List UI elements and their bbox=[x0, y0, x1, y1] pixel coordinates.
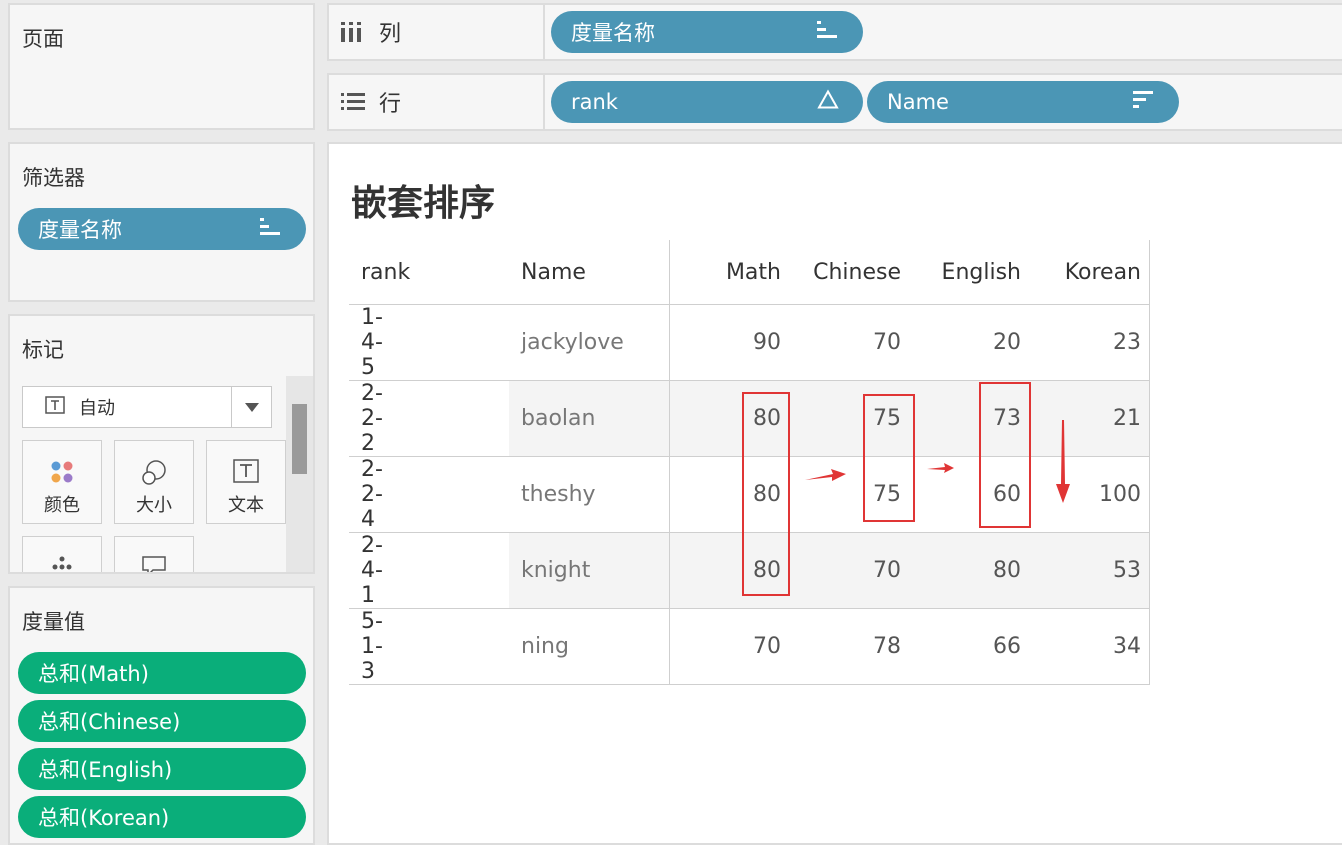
measure-values-panel: 度量值 总和(Math) 总和(Chinese) 总和(English) 总和(… bbox=[8, 586, 315, 845]
filters-panel[interactable]: 筛选器 度量名称 bbox=[8, 142, 315, 302]
columns-shelf-label: 列 bbox=[329, 5, 545, 59]
text-mark-button[interactable]: 文本 bbox=[206, 440, 286, 524]
divider-row-5 bbox=[349, 684, 1150, 685]
detail-dots-icon bbox=[49, 555, 75, 572]
rows-shelf[interactable]: 行 rank Name bbox=[327, 73, 1342, 131]
size-mark-button[interactable]: 大小 bbox=[114, 440, 194, 524]
row-1-rank[interactable]: 1-4-5 bbox=[361, 304, 383, 380]
color-mark-button[interactable]: 颜色 bbox=[22, 440, 102, 524]
measure-values-title: 度量值 bbox=[22, 610, 85, 634]
highlight-box-english bbox=[979, 382, 1031, 528]
measure-pill-label: 总和(English) bbox=[38, 758, 173, 782]
rows-label-text: 行 bbox=[379, 92, 402, 117]
text-label: 文本 bbox=[228, 495, 264, 516]
filter-pill-measure-names[interactable]: 度量名称 bbox=[18, 208, 306, 250]
mark-type-label: 自动 bbox=[79, 398, 115, 419]
chevron-down-icon[interactable] bbox=[231, 387, 271, 427]
columns-icon bbox=[341, 22, 367, 42]
highlight-box-chinese bbox=[863, 394, 915, 522]
row-4-name[interactable]: knight bbox=[521, 532, 590, 608]
marks-title: 标记 bbox=[22, 338, 64, 362]
mark-type-dropdown[interactable]: 自动 bbox=[22, 386, 272, 428]
viz-title: 嵌套排序 bbox=[351, 183, 496, 224]
row-5-english[interactable]: 66 bbox=[909, 608, 1021, 684]
row-2-korean[interactable]: 21 bbox=[1029, 380, 1141, 456]
rows-pill-name[interactable]: Name bbox=[867, 81, 1179, 123]
color-dots-icon bbox=[49, 459, 75, 490]
sort-bars-icon bbox=[817, 20, 839, 44]
list-filter-icon bbox=[260, 217, 282, 241]
marks-panel: 标记 自动 颜色 大小 文本 bbox=[8, 314, 315, 574]
detail-mark-button[interactable] bbox=[22, 536, 102, 572]
arrow-right-icon bbox=[805, 469, 846, 481]
rows-pill-rank-label: rank bbox=[571, 90, 618, 114]
columns-pill-label: 度量名称 bbox=[571, 21, 655, 45]
header-korean[interactable]: Korean bbox=[1029, 240, 1141, 304]
arrow-right-small-icon bbox=[927, 463, 954, 473]
rows-pill-rank[interactable]: rank bbox=[551, 81, 863, 123]
tooltip-mark-button[interactable] bbox=[114, 536, 194, 572]
measure-pill-korean[interactable]: 总和(Korean) bbox=[18, 796, 306, 838]
row-4-chinese[interactable]: 70 bbox=[789, 532, 901, 608]
columns-shelf[interactable]: 列 度量名称 bbox=[327, 3, 1342, 61]
row-4-korean[interactable]: 53 bbox=[1029, 532, 1141, 608]
row-3-name[interactable]: theshy bbox=[521, 456, 596, 532]
header-rank[interactable]: rank bbox=[361, 240, 410, 304]
row-1-math[interactable]: 90 bbox=[669, 304, 781, 380]
row-5-name[interactable]: ning bbox=[521, 608, 569, 684]
text-mark-icon bbox=[45, 395, 65, 419]
pages-panel: 页面 bbox=[8, 3, 315, 130]
measure-pill-math[interactable]: 总和(Math) bbox=[18, 652, 306, 694]
rows-icon bbox=[341, 93, 367, 111]
delta-icon bbox=[817, 89, 839, 115]
row-1-english[interactable]: 20 bbox=[909, 304, 1021, 380]
size-circles-icon bbox=[140, 459, 168, 492]
row-3-korean[interactable]: 100 bbox=[1029, 456, 1141, 532]
measure-pill-label: 总和(Korean) bbox=[38, 806, 170, 830]
row-5-chinese[interactable]: 78 bbox=[789, 608, 901, 684]
row-1-korean[interactable]: 23 bbox=[1029, 304, 1141, 380]
header-english[interactable]: English bbox=[909, 240, 1021, 304]
divider-vertical-right bbox=[1149, 240, 1150, 684]
size-label: 大小 bbox=[136, 495, 172, 516]
tooltip-icon bbox=[141, 555, 167, 572]
header-chinese[interactable]: Chinese bbox=[789, 240, 901, 304]
row-2-name[interactable]: baolan bbox=[521, 380, 595, 456]
row-4-rank[interactable]: 2-4-1 bbox=[361, 532, 383, 608]
arrow-down-icon bbox=[1056, 420, 1070, 503]
text-box-icon bbox=[233, 459, 259, 488]
measure-pill-label: 总和(Chinese) bbox=[38, 710, 181, 734]
color-label: 颜色 bbox=[44, 495, 80, 516]
marks-scrollbar-thumb[interactable] bbox=[292, 404, 307, 474]
row-1-name[interactable]: jackylove bbox=[521, 304, 624, 380]
measure-pill-chinese[interactable]: 总和(Chinese) bbox=[18, 700, 306, 742]
rows-pill-name-label: Name bbox=[887, 90, 949, 114]
row-5-korean[interactable]: 34 bbox=[1029, 608, 1141, 684]
sort-descending-icon bbox=[1133, 90, 1155, 114]
highlight-box-math bbox=[742, 392, 790, 596]
row-5-math[interactable]: 70 bbox=[669, 608, 781, 684]
viz-canvas: 嵌套排序 rank Name Math Chinese English Kore… bbox=[327, 142, 1342, 845]
columns-pill-measure-names[interactable]: 度量名称 bbox=[551, 11, 863, 53]
filter-pill-label: 度量名称 bbox=[38, 218, 122, 242]
row-3-rank[interactable]: 2-2-4 bbox=[361, 456, 383, 532]
header-math[interactable]: Math bbox=[669, 240, 781, 304]
pages-title: 页面 bbox=[22, 27, 64, 51]
header-name[interactable]: Name bbox=[521, 240, 586, 304]
row-4-english[interactable]: 80 bbox=[909, 532, 1021, 608]
measure-pill-label: 总和(Math) bbox=[38, 662, 149, 686]
row-5-rank[interactable]: 5-1-3 bbox=[361, 608, 383, 684]
measure-pill-english[interactable]: 总和(English) bbox=[18, 748, 306, 790]
filters-title: 筛选器 bbox=[22, 166, 85, 190]
row-2-rank[interactable]: 2-2-2 bbox=[361, 380, 383, 456]
columns-label-text: 列 bbox=[379, 22, 402, 47]
row-1-chinese[interactable]: 70 bbox=[789, 304, 901, 380]
rows-shelf-label: 行 bbox=[329, 75, 545, 129]
